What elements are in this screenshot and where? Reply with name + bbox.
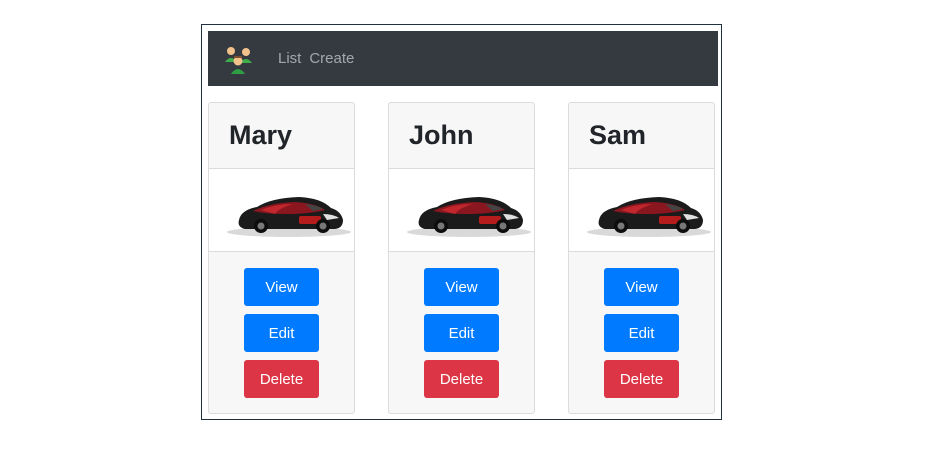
card-title: John bbox=[409, 120, 474, 150]
card-image bbox=[389, 169, 534, 252]
people-group-icon[interactable] bbox=[222, 42, 256, 76]
edit-button[interactable]: Edit bbox=[244, 314, 319, 352]
card-image bbox=[209, 169, 354, 252]
delete-button[interactable]: Delete bbox=[244, 360, 319, 398]
sports-car-image bbox=[407, 197, 531, 237]
card-title: Mary bbox=[229, 120, 293, 150]
sports-car-image bbox=[227, 197, 351, 237]
person-card: Mary View Edit Delete bbox=[208, 102, 355, 414]
nav-link-create[interactable]: Create bbox=[309, 50, 354, 67]
delete-button[interactable]: Delete bbox=[424, 360, 499, 398]
view-button[interactable]: View bbox=[244, 268, 319, 306]
delete-button[interactable]: Delete bbox=[604, 360, 679, 398]
view-button[interactable]: View bbox=[604, 268, 679, 306]
card-body: View Edit Delete bbox=[389, 252, 534, 406]
app-frame: List Create Mary View Edit Delete John V… bbox=[201, 24, 722, 420]
person-card: Sam View Edit Delete bbox=[568, 102, 715, 414]
nav-link-list[interactable]: List bbox=[278, 50, 301, 67]
card-body: View Edit Delete bbox=[209, 252, 354, 406]
navbar: List Create bbox=[208, 31, 718, 86]
view-button[interactable]: View bbox=[424, 268, 499, 306]
card-body: View Edit Delete bbox=[569, 252, 714, 406]
card-header: John bbox=[389, 103, 534, 169]
card-title: Sam bbox=[589, 120, 647, 150]
card-image bbox=[569, 169, 714, 252]
person-card: John View Edit Delete bbox=[388, 102, 535, 414]
edit-button[interactable]: Edit bbox=[604, 314, 679, 352]
card-header: Sam bbox=[569, 103, 714, 169]
card-header: Mary bbox=[209, 103, 354, 169]
sports-car-image bbox=[587, 197, 711, 237]
edit-button[interactable]: Edit bbox=[424, 314, 499, 352]
